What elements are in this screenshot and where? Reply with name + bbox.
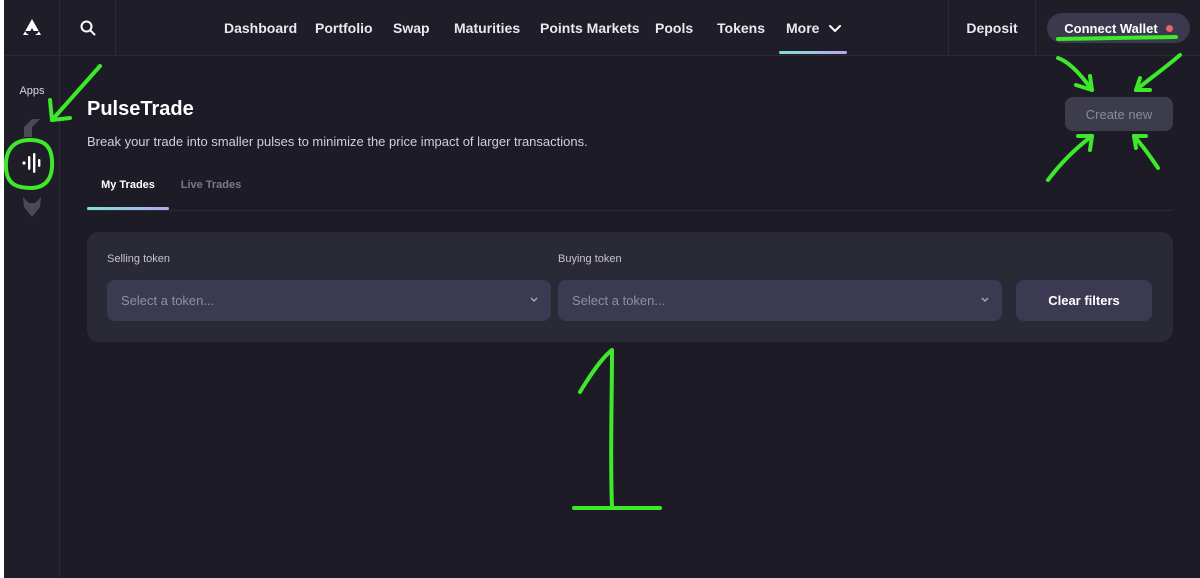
nav-link-points-markets[interactable]: Points Markets bbox=[540, 0, 640, 56]
connect-wallet-button[interactable]: Connect Wallet bbox=[1047, 13, 1190, 43]
tab-my-trades[interactable]: My Trades bbox=[87, 168, 169, 209]
brand-logo-icon bbox=[22, 19, 41, 35]
nav-link-swap[interactable]: Swap bbox=[393, 0, 430, 56]
selling-token-label: Selling token bbox=[107, 253, 170, 265]
buying-token-placeholder: Select a token... bbox=[572, 293, 666, 308]
connect-wallet-label: Connect Wallet bbox=[1064, 20, 1158, 36]
logo-button[interactable] bbox=[4, 0, 60, 56]
create-new-button[interactable]: Create new bbox=[1065, 97, 1173, 131]
apps-sidebar: Apps bbox=[4, 57, 60, 578]
wallet-status-dot bbox=[1165, 24, 1173, 32]
nav-link-maturities[interactable]: Maturities bbox=[454, 0, 520, 56]
fox-app-icon[interactable] bbox=[18, 193, 46, 221]
top-nav: Dashboard Portfolio Swap Maturities Poin… bbox=[4, 0, 1200, 56]
page-subtitle: Break your trade into smaller pulses to … bbox=[87, 134, 588, 149]
tab-active-indicator bbox=[87, 207, 169, 210]
app-window: Dashboard Portfolio Swap Maturities Poin… bbox=[4, 0, 1200, 578]
trade-tabs: My Trades Live Trades bbox=[87, 168, 1173, 211]
nav-link-pools[interactable]: Pools bbox=[655, 0, 693, 56]
pendle-app-icon[interactable] bbox=[18, 115, 46, 143]
tab-live-trades[interactable]: Live Trades bbox=[171, 168, 251, 209]
nav-link-dashboard[interactable]: Dashboard bbox=[224, 0, 297, 56]
nav-active-indicator bbox=[779, 51, 847, 54]
search-icon bbox=[80, 20, 95, 36]
buying-token-label: Buying token bbox=[558, 253, 622, 265]
selling-token-placeholder: Select a token... bbox=[121, 293, 215, 308]
sidebar-title: Apps bbox=[19, 85, 45, 97]
chevron-down-icon bbox=[530, 297, 538, 302]
filter-card: Selling token Select a token... Buying t… bbox=[87, 232, 1173, 342]
buying-token-select[interactable]: Select a token... bbox=[558, 280, 1002, 321]
nav-link-portfolio[interactable]: Portfolio bbox=[315, 0, 373, 56]
pulse-trade-icon[interactable] bbox=[18, 149, 46, 177]
chevron-down-icon bbox=[829, 25, 842, 33]
nav-link-more[interactable]: More bbox=[786, 0, 842, 56]
nav-link-tokens[interactable]: Tokens bbox=[717, 0, 765, 56]
deposit-button[interactable]: Deposit bbox=[948, 0, 1036, 56]
selling-token-select[interactable]: Select a token... bbox=[107, 280, 551, 321]
nav-more-label: More bbox=[786, 20, 820, 36]
chevron-down-icon bbox=[981, 297, 989, 302]
clear-filters-button[interactable]: Clear filters bbox=[1016, 280, 1152, 321]
search-button[interactable] bbox=[60, 0, 116, 56]
page-title: PulseTrade bbox=[87, 98, 194, 120]
